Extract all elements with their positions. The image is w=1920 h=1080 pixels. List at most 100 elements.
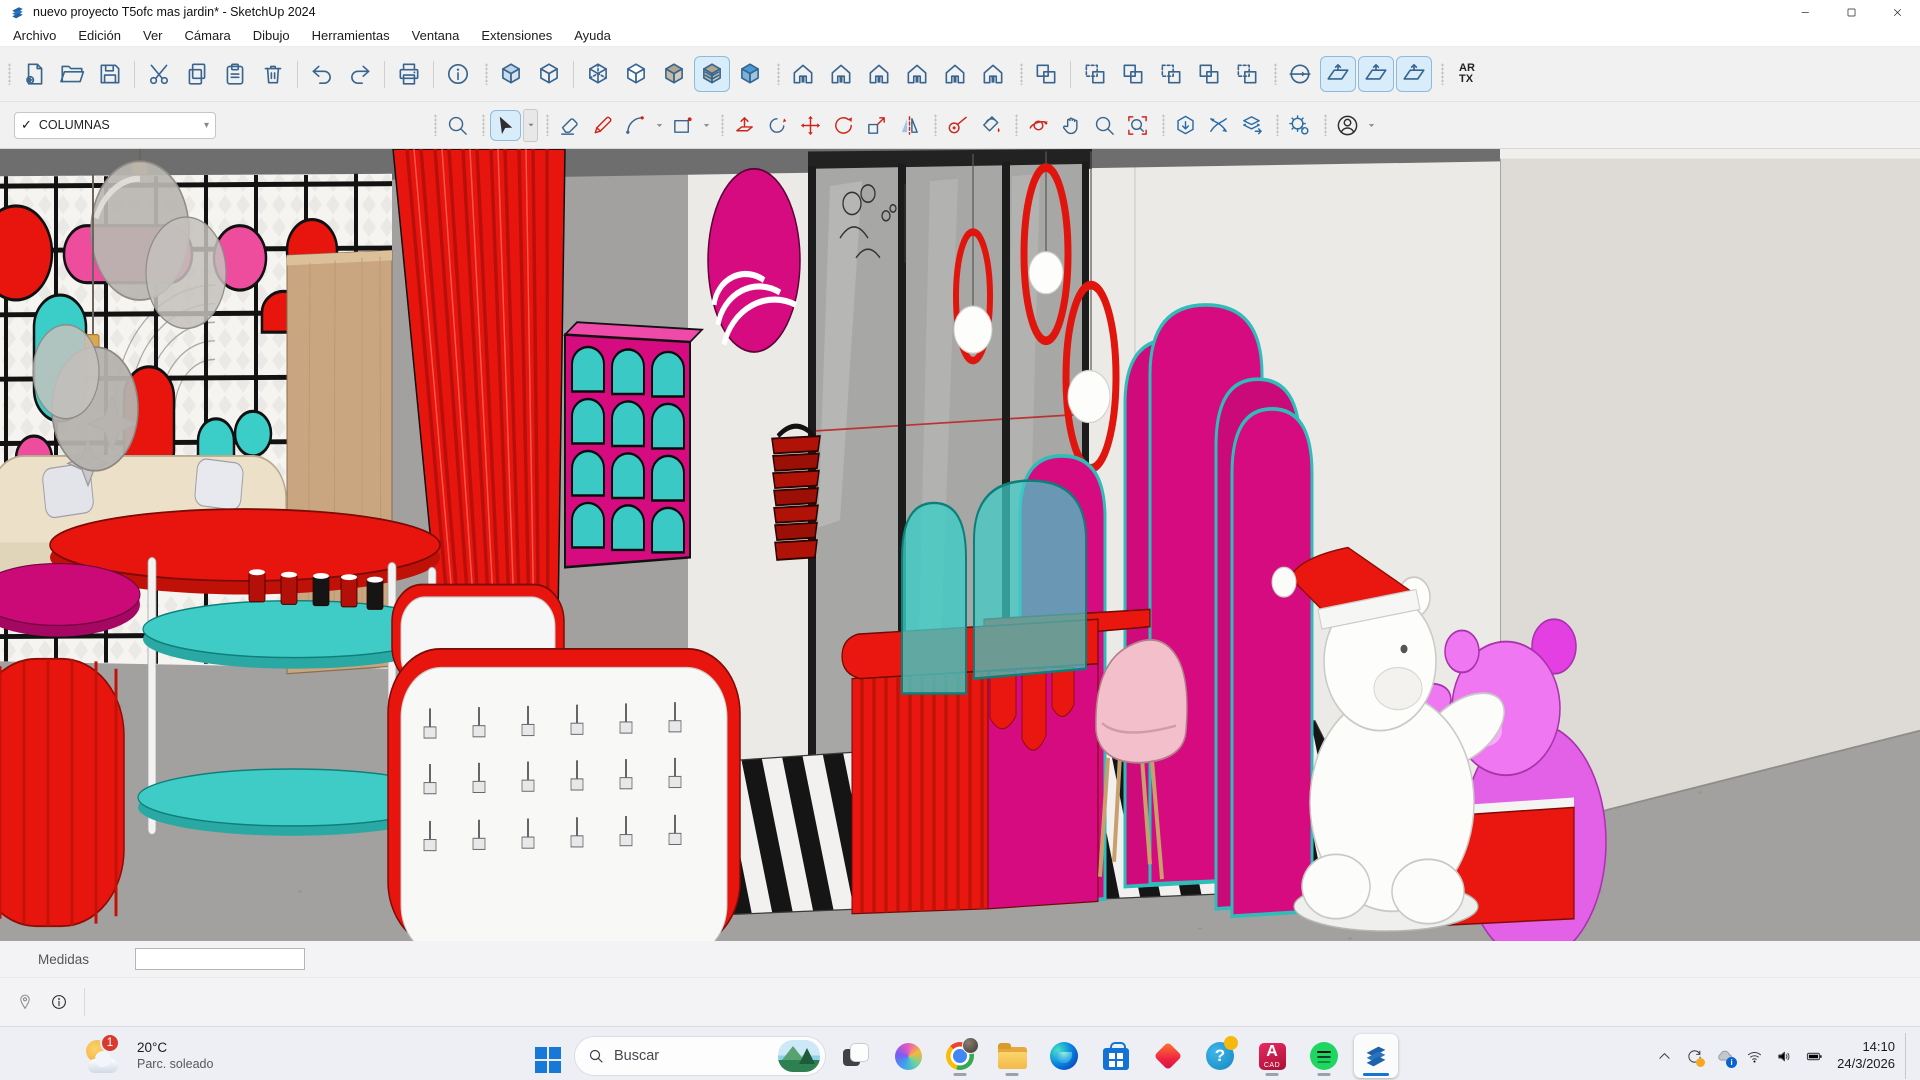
onedrive-icon[interactable]: i bbox=[1709, 1036, 1739, 1076]
taskbar-diamond-app[interactable] bbox=[1146, 1034, 1190, 1078]
split-button[interactable] bbox=[1229, 56, 1265, 92]
select-caret[interactable] bbox=[523, 109, 538, 142]
menu-archivo[interactable]: Archivo bbox=[2, 26, 67, 45]
measurements-input[interactable] bbox=[135, 948, 305, 970]
arcs-button[interactable] bbox=[620, 110, 651, 141]
account-caret[interactable] bbox=[1364, 110, 1378, 141]
taskbar-search[interactable]: Buscar bbox=[574, 1036, 826, 1076]
taskbar-clock[interactable]: 14:10 24/3/2026 bbox=[1837, 1039, 1895, 1073]
view-top-button[interactable] bbox=[823, 56, 859, 92]
arcs-caret[interactable] bbox=[652, 110, 666, 141]
tape-measure-button[interactable] bbox=[942, 110, 973, 141]
shaded-button[interactable] bbox=[656, 56, 692, 92]
display-section-cuts-button[interactable] bbox=[1358, 56, 1394, 92]
section-plane-button[interactable] bbox=[1282, 56, 1318, 92]
copy-button[interactable] bbox=[179, 56, 215, 92]
taskbar-copilot[interactable] bbox=[886, 1034, 930, 1078]
taskbar-chrome[interactable] bbox=[938, 1034, 982, 1078]
menu-edicion[interactable]: Edición bbox=[67, 26, 132, 45]
credits-icon[interactable] bbox=[50, 993, 68, 1011]
menu-ventana[interactable]: Ventana bbox=[401, 26, 471, 45]
menu-extensiones[interactable]: Extensiones bbox=[470, 26, 563, 45]
orbit-button[interactable] bbox=[1023, 110, 1054, 141]
menu-ayuda[interactable]: Ayuda bbox=[563, 26, 622, 45]
zoom-button[interactable] bbox=[1089, 110, 1120, 141]
shapes-caret[interactable] bbox=[699, 110, 713, 141]
paint-bucket-button[interactable] bbox=[975, 110, 1006, 141]
extension-download-button[interactable] bbox=[1170, 110, 1201, 141]
taskbar-autocad[interactable] bbox=[1250, 1034, 1294, 1078]
select-button[interactable] bbox=[490, 110, 521, 141]
cut-button[interactable] bbox=[141, 56, 177, 92]
taskbar-spotify[interactable] bbox=[1302, 1034, 1346, 1078]
back-edges-button[interactable] bbox=[531, 56, 567, 92]
intersect-button[interactable] bbox=[1077, 56, 1113, 92]
locker-cabinet[interactable] bbox=[565, 322, 702, 567]
delete-button[interactable] bbox=[255, 56, 291, 92]
x-ray-button[interactable] bbox=[493, 56, 529, 92]
taskbar-microsoft-store[interactable] bbox=[1094, 1034, 1138, 1078]
monochrome-button[interactable] bbox=[732, 56, 768, 92]
view-front-button[interactable] bbox=[861, 56, 897, 92]
redo-button[interactable] bbox=[342, 56, 378, 92]
tags-dropdown[interactable]: ✓ COLUMNAS ▾ bbox=[14, 112, 216, 139]
push-pull-button[interactable] bbox=[729, 110, 760, 141]
wall-logo[interactable] bbox=[708, 169, 800, 352]
taskbar-file-explorer[interactable] bbox=[990, 1034, 1034, 1078]
flip-button[interactable] bbox=[894, 110, 925, 141]
save-button[interactable] bbox=[92, 56, 128, 92]
volume-icon[interactable] bbox=[1769, 1036, 1799, 1076]
model-viewport[interactable] bbox=[0, 149, 1920, 941]
display-section-planes-button[interactable] bbox=[1320, 56, 1356, 92]
model-info-button[interactable] bbox=[440, 56, 476, 92]
shaded-with-textures-button[interactable] bbox=[694, 56, 730, 92]
battery-icon[interactable] bbox=[1799, 1036, 1829, 1076]
show-desktop-button[interactable] bbox=[1905, 1033, 1912, 1079]
open-button[interactable] bbox=[54, 56, 90, 92]
account-button[interactable] bbox=[1332, 110, 1363, 141]
minimize-button[interactable] bbox=[1782, 0, 1828, 24]
extension-flip-button[interactable] bbox=[1203, 110, 1234, 141]
follow-me-button[interactable] bbox=[762, 110, 793, 141]
freehand-button[interactable] bbox=[587, 110, 618, 141]
scale-button[interactable] bbox=[861, 110, 892, 141]
extension-settings-button[interactable] bbox=[1284, 110, 1315, 141]
outer-shell-button[interactable] bbox=[1028, 56, 1064, 92]
search-button[interactable] bbox=[442, 110, 473, 141]
ar-tx-button[interactable]: ARTX bbox=[1449, 56, 1485, 92]
maximize-button[interactable] bbox=[1828, 0, 1874, 24]
undo-button[interactable] bbox=[304, 56, 340, 92]
view-back-button[interactable] bbox=[937, 56, 973, 92]
taskbar-start[interactable] bbox=[522, 1034, 566, 1078]
menu-dibujo[interactable]: Dibujo bbox=[242, 26, 301, 45]
new-button[interactable] bbox=[16, 56, 52, 92]
move-button[interactable] bbox=[795, 110, 826, 141]
shapes-button[interactable] bbox=[667, 110, 698, 141]
taskbar-edge[interactable] bbox=[1042, 1034, 1086, 1078]
close-button[interactable] bbox=[1874, 0, 1920, 24]
eraser-button[interactable] bbox=[554, 110, 585, 141]
trim-button[interactable] bbox=[1191, 56, 1227, 92]
view-right-button[interactable] bbox=[899, 56, 935, 92]
taskbar-sketchup[interactable] bbox=[1354, 1034, 1398, 1078]
hidden-line-button[interactable] bbox=[618, 56, 654, 92]
view-left-button[interactable] bbox=[975, 56, 1011, 92]
extension-layers-button[interactable] bbox=[1236, 110, 1267, 141]
view-iso-button[interactable] bbox=[785, 56, 821, 92]
zoom-extents-button[interactable] bbox=[1122, 110, 1153, 141]
paste-button[interactable] bbox=[217, 56, 253, 92]
geolocation-icon[interactable] bbox=[16, 993, 34, 1011]
union-button[interactable] bbox=[1115, 56, 1151, 92]
sync-icon[interactable] bbox=[1679, 1036, 1709, 1076]
wifi-icon[interactable] bbox=[1739, 1036, 1769, 1076]
display-section-fill-button[interactable] bbox=[1396, 56, 1432, 92]
taskbar-weather-widget[interactable]: 1 20°C Parc. soleado bbox=[84, 1038, 213, 1074]
rotate-button[interactable] bbox=[828, 110, 859, 141]
menu-ver[interactable]: Ver bbox=[132, 26, 174, 45]
subtract-button[interactable] bbox=[1153, 56, 1189, 92]
menu-camara[interactable]: Cámara bbox=[174, 26, 242, 45]
hidden-icons-button[interactable] bbox=[1649, 1036, 1679, 1076]
wireframe-button[interactable] bbox=[580, 56, 616, 92]
pan-button[interactable] bbox=[1056, 110, 1087, 141]
print-button[interactable] bbox=[391, 56, 427, 92]
